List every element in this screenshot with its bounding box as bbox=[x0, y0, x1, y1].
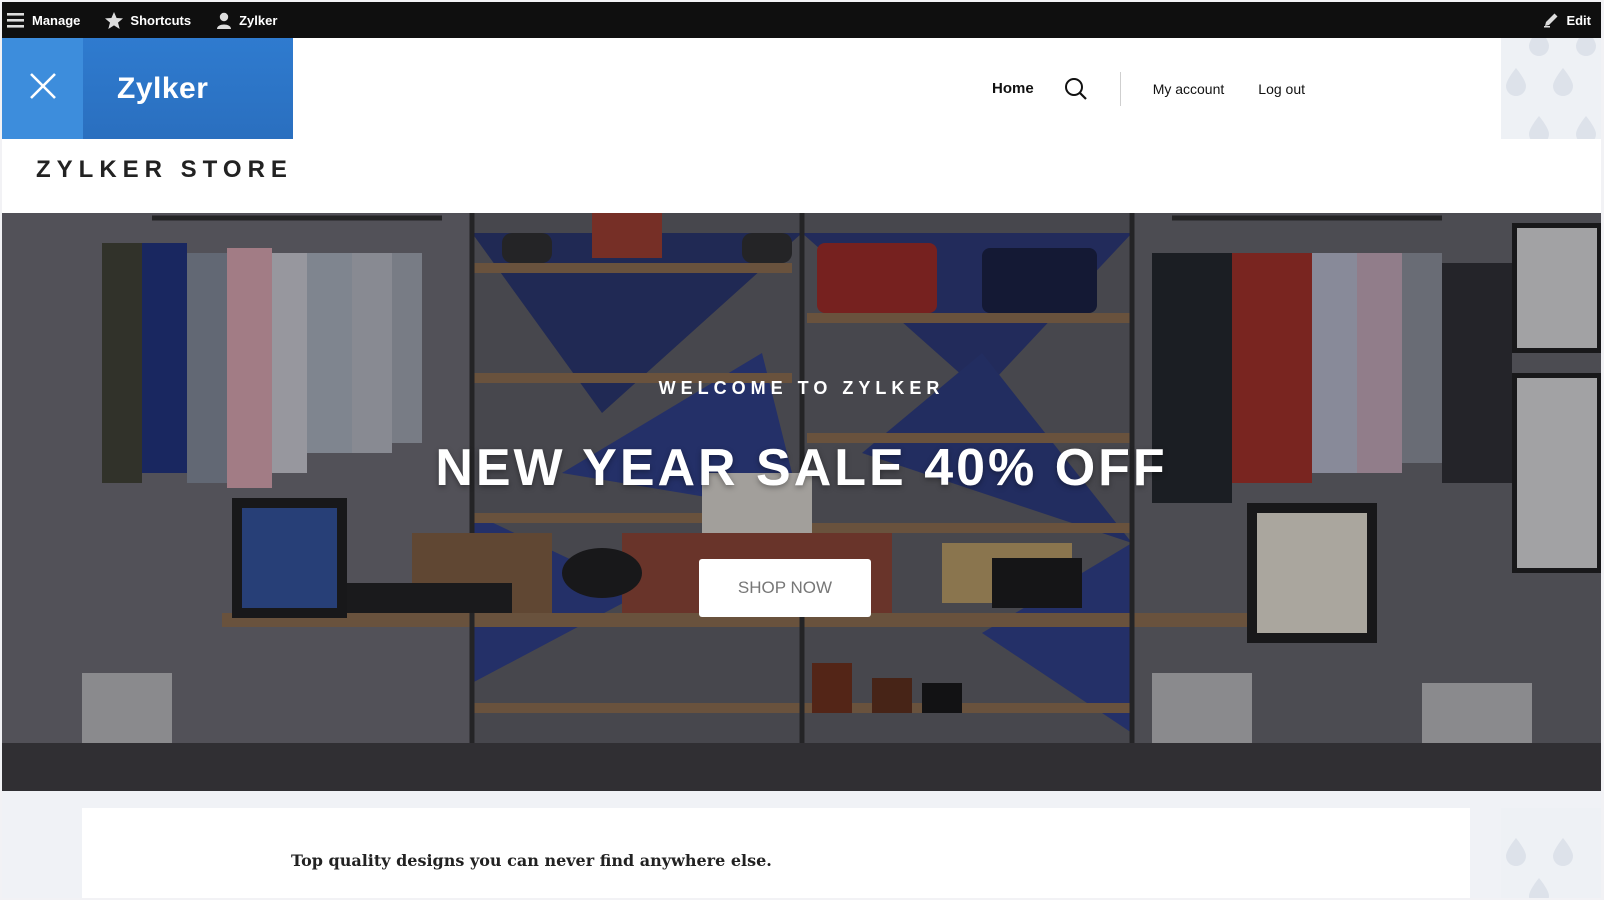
hamburger-icon bbox=[6, 11, 26, 29]
hero-subtitle: WELCOME TO ZYLKER bbox=[658, 378, 945, 398]
nav-home-link[interactable]: Home bbox=[992, 80, 1034, 97]
pencil-icon bbox=[1542, 11, 1560, 29]
hero-banner: WELCOME TO ZYLKER NEW YEAR SALE 40% OFF … bbox=[2, 213, 1601, 791]
edit-label: Edit bbox=[1566, 12, 1591, 28]
manage-menu[interactable]: Manage bbox=[2, 2, 92, 38]
manage-label: Manage bbox=[32, 12, 81, 28]
hero-title: NEW YEAR SALE 40% OFF bbox=[435, 439, 1168, 497]
menu-close-button[interactable] bbox=[2, 38, 83, 139]
hero-overlay bbox=[2, 213, 1601, 791]
close-icon bbox=[28, 71, 58, 106]
shop-now-button[interactable]: SHOP NOW bbox=[699, 559, 871, 617]
nav-my-account-link[interactable]: My account bbox=[1153, 81, 1225, 97]
store-title: ZYLKER STORE bbox=[36, 156, 293, 183]
shortcuts-menu[interactable]: Shortcuts bbox=[92, 2, 203, 38]
site-name: Zylker bbox=[117, 71, 209, 105]
tagline-text: Top quality designs you can never find a… bbox=[291, 851, 772, 870]
search-icon[interactable] bbox=[1064, 77, 1088, 101]
star-icon bbox=[104, 11, 124, 30]
decorative-pattern-bottom bbox=[1501, 808, 1601, 898]
edit-button[interactable]: Edit bbox=[1530, 2, 1601, 38]
decorative-pattern bbox=[1501, 38, 1601, 139]
admin-toolbar: Manage Shortcuts Zylker Edit bbox=[2, 2, 1601, 38]
user-menu[interactable]: Zylker bbox=[203, 2, 289, 38]
user-label: Zylker bbox=[239, 12, 278, 28]
shortcuts-label: Shortcuts bbox=[130, 12, 192, 28]
main-navigation: Home My account Log out bbox=[962, 38, 1305, 139]
user-icon bbox=[215, 11, 233, 30]
nav-log-out-link[interactable]: Log out bbox=[1258, 81, 1305, 97]
nav-divider bbox=[1119, 71, 1121, 106]
browser-page: Manage Shortcuts Zylker Edit Zylker Home… bbox=[2, 2, 1601, 898]
site-logo[interactable]: Zylker bbox=[83, 38, 293, 139]
